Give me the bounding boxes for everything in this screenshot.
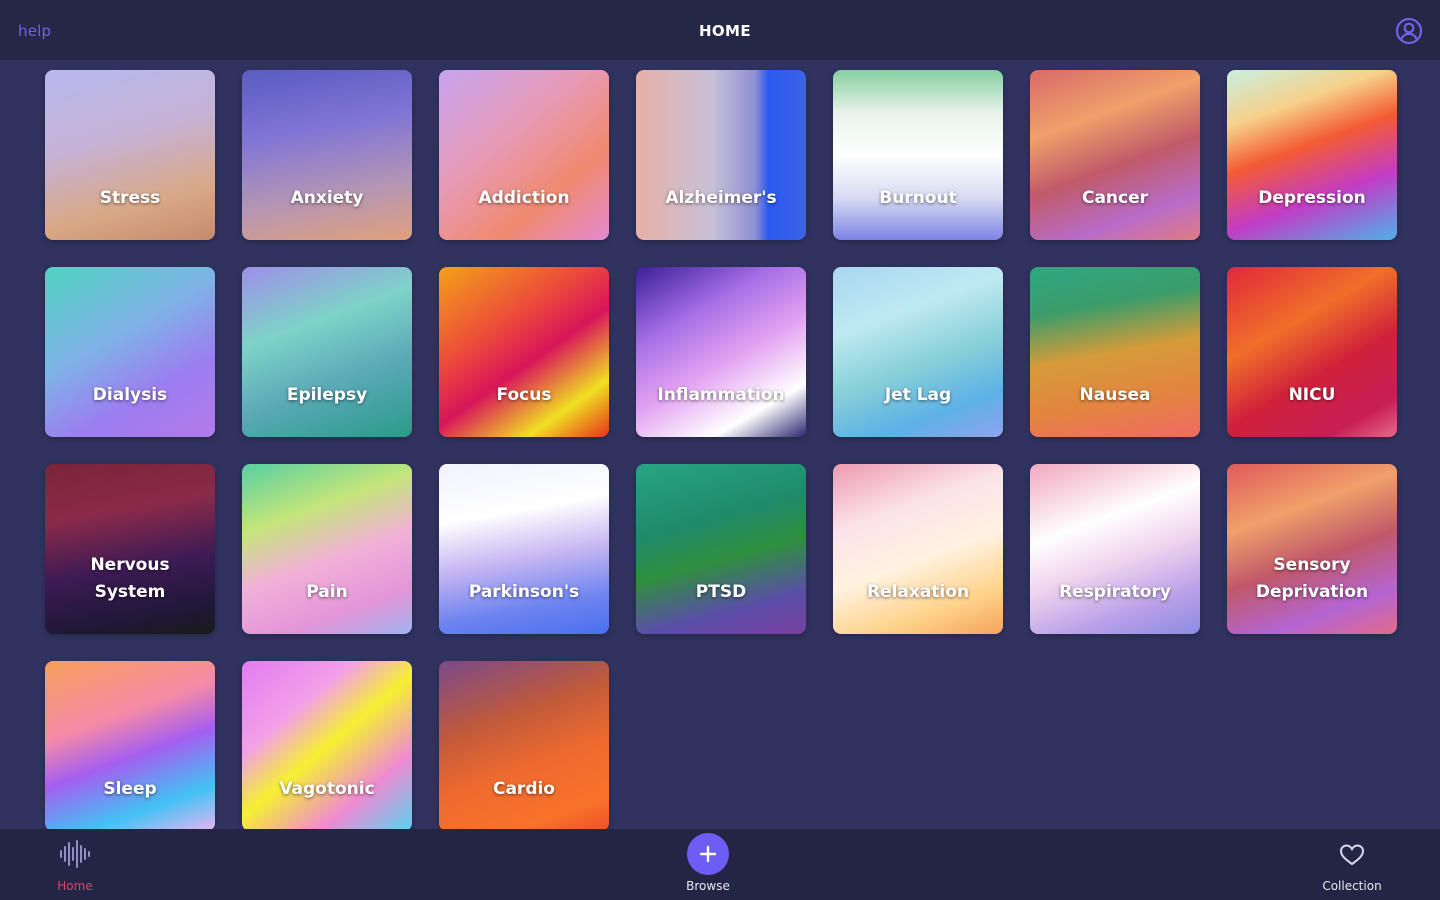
category-tile[interactable]: Depression (1227, 70, 1397, 240)
category-tile-label: Inflammation (657, 385, 785, 405)
category-tile-label: Cardio (492, 779, 555, 799)
category-tile-label: Nausea (1079, 385, 1151, 405)
category-tile[interactable]: Jet Lag (833, 267, 1003, 437)
waveform-icon (60, 840, 90, 868)
category-tile[interactable]: PTSD (636, 464, 806, 634)
heart-icon (1339, 844, 1365, 866)
category-tile[interactable]: Burnout (833, 70, 1003, 240)
category-tile-label: Alzheimer's (665, 188, 777, 208)
nav-browse-label: Browse (686, 879, 730, 893)
nav-browse[interactable]: Browse (668, 829, 748, 900)
category-tile-label: Pain (306, 582, 348, 602)
category-tile[interactable]: Respiratory (1030, 464, 1200, 634)
category-tile[interactable]: Cancer (1030, 70, 1200, 240)
category-tile-label: Stress (99, 188, 161, 208)
category-grid: Stress Anxiety Addiction Alzheimer's Burnout… (45, 70, 1397, 831)
category-tile[interactable]: Sleep (45, 661, 215, 831)
browse-button[interactable] (687, 833, 729, 875)
plus-icon (699, 845, 717, 863)
nav-home[interactable]: Home (45, 829, 105, 900)
category-tile[interactable]: Sensory Deprivation (1227, 464, 1397, 634)
category-tile-label: PTSD (695, 582, 747, 602)
category-tile[interactable]: Epilepsy (242, 267, 412, 437)
category-tile-label: Nervous System (90, 555, 170, 602)
category-tile-label: Sleep (103, 779, 157, 799)
category-tile-label: Cancer (1081, 188, 1149, 208)
category-tile-label: Addiction (478, 188, 570, 208)
category-tile[interactable]: Vagotonic (242, 661, 412, 831)
category-tile-label: Sensory Deprivation (1255, 555, 1369, 602)
account-button[interactable] (1395, 17, 1423, 45)
category-tile[interactable]: Cardio (439, 661, 609, 831)
category-tile[interactable]: Focus (439, 267, 609, 437)
category-tile-label: NICU (1288, 385, 1336, 405)
category-tile[interactable]: Parkinson's (439, 464, 609, 634)
top-bar: help HOME (0, 0, 1440, 60)
category-tile[interactable]: Nervous System (45, 464, 215, 634)
category-tile-label: Vagotonic (279, 779, 375, 799)
user-circle-icon (1395, 17, 1423, 45)
category-tile[interactable]: Relaxation (833, 464, 1003, 634)
category-tile-label: Dialysis (92, 385, 168, 405)
category-tile[interactable]: Stress (45, 70, 215, 240)
nav-collection-label: Collection (1322, 879, 1382, 893)
category-tile[interactable]: Dialysis (45, 267, 215, 437)
category-tile[interactable]: Anxiety (242, 70, 412, 240)
bottom-nav: Home Browse Collection (0, 829, 1440, 900)
category-tile-label: Relaxation (866, 582, 970, 602)
category-tile-label: Respiratory (1059, 582, 1171, 602)
category-tile-label: Epilepsy (286, 385, 368, 405)
nav-collection[interactable]: Collection (1312, 829, 1392, 900)
category-tile-label: Burnout (879, 188, 957, 208)
category-tile-label: Jet Lag (884, 385, 952, 405)
category-tile-label: Anxiety (290, 188, 364, 208)
category-tile[interactable]: Addiction (439, 70, 609, 240)
category-tile[interactable]: Nausea (1030, 267, 1200, 437)
category-tile-label: Parkinson's (468, 582, 580, 602)
nav-home-label: Home (57, 879, 93, 893)
page-title: HOME (698, 22, 752, 40)
category-tile[interactable]: Alzheimer's (636, 70, 806, 240)
category-tile-label: Focus (496, 385, 552, 405)
category-tile[interactable]: Inflammation (636, 267, 806, 437)
category-tile-label: Depression (1258, 188, 1366, 208)
category-tile[interactable]: NICU (1227, 267, 1397, 437)
category-tile[interactable]: Pain (242, 464, 412, 634)
